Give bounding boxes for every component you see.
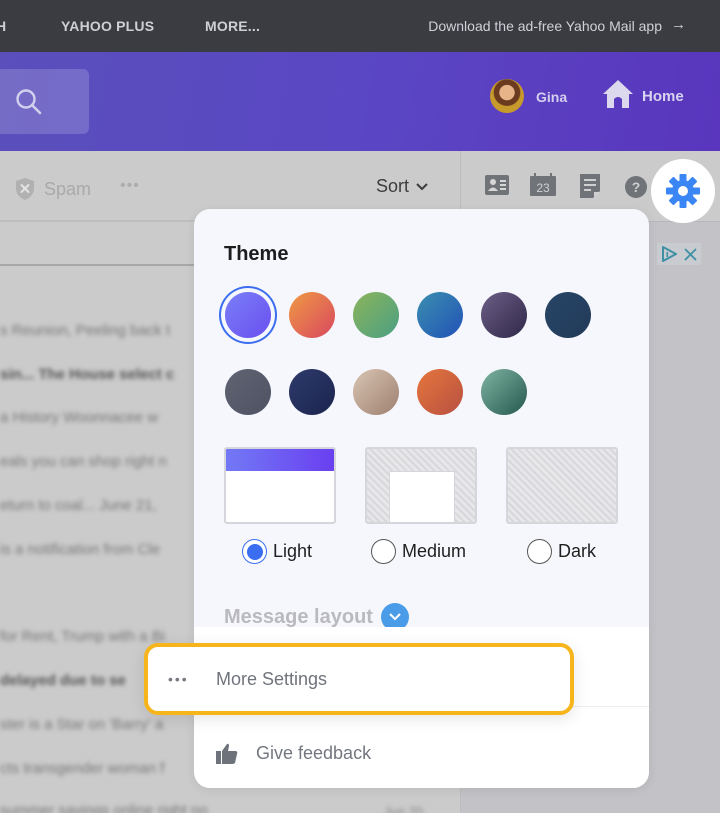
more-settings-button[interactable]: ••• More Settings: [144, 643, 574, 715]
theme-swatch-blue[interactable]: [417, 292, 463, 338]
theme-swatch-desert[interactable]: [417, 369, 463, 415]
message-row[interactable]: s Reunion, Peeling back t: [0, 322, 170, 339]
medium-mode-radio[interactable]: Medium: [371, 539, 466, 564]
nav-item-search[interactable]: H: [0, 18, 6, 34]
theme-swatch-lake[interactable]: [481, 369, 527, 415]
home-link[interactable]: Home: [642, 88, 684, 105]
message-row[interactable]: summer savings online right no: [0, 802, 208, 813]
theme-swatch-navy[interactable]: [545, 292, 591, 338]
spam-button[interactable]: Spam: [14, 177, 91, 201]
settings-gear-icon: [666, 174, 700, 208]
radio-button[interactable]: [527, 539, 552, 564]
theme-swatch-purple[interactable]: [225, 292, 271, 338]
user-name[interactable]: Gina: [536, 89, 567, 105]
download-app-link[interactable]: Download the ad-free Yahoo Mail app: [428, 18, 662, 34]
mail-header: Gina Home: [0, 52, 720, 151]
medium-mode-label: Medium: [402, 541, 467, 561]
search-button[interactable]: [0, 69, 89, 134]
ad-choices-icon[interactable]: [661, 246, 677, 262]
spam-label: Spam: [44, 178, 92, 199]
top-navigation-bar: H YAHOO PLUS MORE... Download the ad-fre…: [0, 0, 720, 52]
search-icon: [16, 89, 42, 115]
close-icon[interactable]: [684, 247, 697, 261]
notepad-icon[interactable]: [580, 174, 600, 198]
light-mode-label: Light: [273, 541, 313, 561]
message-row[interactable]: eturn to coal... June 21,: [0, 497, 157, 514]
chevron-down-icon: [416, 182, 428, 190]
message-row[interactable]: a History Woonnacee w: [0, 409, 158, 426]
dark-mode-preview[interactable]: [506, 447, 618, 524]
give-feedback-label: Give feedback: [256, 743, 372, 763]
theme-heading: Theme: [224, 243, 289, 265]
theme-swatch-plum[interactable]: [481, 292, 527, 338]
dark-mode-label: Dark: [558, 541, 597, 561]
message-row[interactable]: eals you can shop right n: [0, 453, 167, 470]
user-avatar[interactable]: [490, 79, 524, 113]
home-icon[interactable]: [602, 78, 634, 110]
nav-item-more[interactable]: MORE...: [205, 18, 260, 34]
sort-label: Sort: [376, 176, 410, 196]
theme-swatch-sunset[interactable]: [289, 292, 335, 338]
theme-swatch-camper[interactable]: [353, 369, 399, 415]
sort-dropdown[interactable]: Sort: [376, 176, 428, 197]
ad-controls: [657, 243, 701, 265]
calendar-icon[interactable]: 23: [530, 173, 556, 196]
light-mode-preview[interactable]: [224, 447, 336, 524]
theme-swatch-green[interactable]: [353, 292, 399, 338]
more-actions-button[interactable]: •••: [120, 177, 140, 195]
give-feedback-button[interactable]: Give feedback: [216, 743, 371, 764]
message-row[interactable]: ster is a Star on 'Barry' a: [0, 716, 163, 733]
svg-text:?: ?: [632, 179, 641, 195]
radio-button[interactable]: [371, 539, 396, 564]
message-row[interactable]: delayed due to se: [0, 672, 126, 689]
message-row[interactable]: cts transgender woman f: [0, 760, 164, 777]
calendar-day: 23: [536, 181, 550, 195]
arrow-right-icon: →: [671, 16, 686, 33]
help-icon[interactable]: ?: [625, 176, 647, 198]
light-preview-header: [226, 449, 334, 471]
message-row[interactable]: sin... The House select c: [0, 366, 174, 383]
contacts-icon[interactable]: [485, 175, 509, 195]
more-settings-label: More Settings: [216, 668, 328, 689]
message-row[interactable]: for Rent, Trump with a Bi: [0, 628, 165, 645]
dark-mode-radio[interactable]: Dark: [527, 539, 596, 564]
thumbs-up-icon: [216, 743, 238, 764]
theme-swatch-mountain[interactable]: [289, 369, 335, 415]
radio-button-checked[interactable]: [242, 539, 267, 564]
shield-x-icon: [16, 178, 34, 200]
message-date: Jun 20: [384, 804, 424, 813]
nav-item-yahoo-plus[interactable]: YAHOO PLUS: [61, 18, 154, 34]
medium-preview-content: [389, 471, 455, 522]
medium-mode-preview[interactable]: [365, 447, 477, 524]
settings-button[interactable]: [651, 159, 715, 223]
theme-swatch-slate[interactable]: [225, 369, 271, 415]
message-row[interactable]: is a notification from Cle: [0, 541, 160, 558]
message-layout-label: Message layout: [224, 605, 373, 628]
light-mode-radio[interactable]: Light: [242, 539, 312, 564]
more-dots-icon: •••: [168, 671, 189, 687]
